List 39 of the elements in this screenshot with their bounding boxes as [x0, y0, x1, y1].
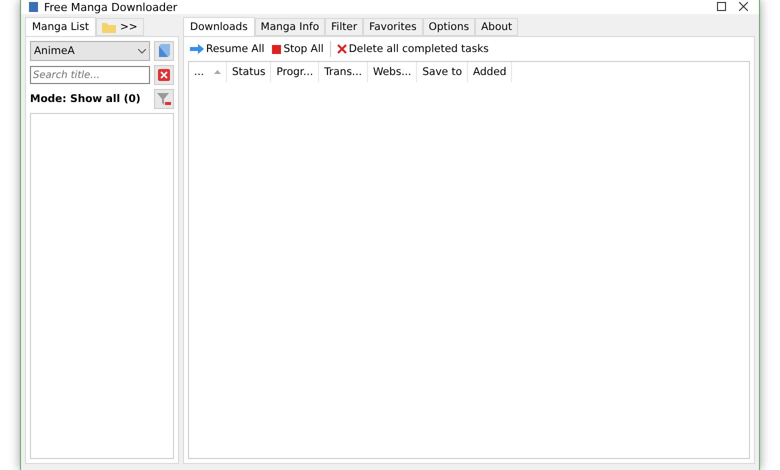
book-button[interactable]: [154, 41, 174, 61]
tab[interactable]: Downloads: [183, 17, 255, 36]
filter-button[interactable]: [154, 89, 174, 109]
mode-label: Mode: Show all (0): [30, 93, 142, 105]
stop-icon: [272, 44, 282, 54]
search-field[interactable]: Search title...: [30, 66, 150, 84]
clear-button[interactable]: [154, 65, 174, 85]
toolbar-button[interactable]: Resume All: [188, 42, 266, 56]
column-header[interactable]: Trans...: [319, 62, 368, 82]
tab[interactable]: Manga List: [25, 17, 96, 36]
cross-icon: [336, 44, 347, 54]
folder-icon: [102, 22, 116, 32]
window-title: Free Manga Downloader: [44, 0, 178, 14]
tab[interactable]: About: [475, 18, 518, 36]
tab-label: >>: [120, 21, 138, 33]
tab[interactable]: Favorites: [363, 18, 423, 36]
column-header[interactable]: Progr...: [271, 62, 320, 82]
book-icon: [158, 44, 170, 58]
chevron-icon: [138, 48, 146, 54]
sort-icon: [214, 70, 222, 74]
tab-label: Manga List: [32, 21, 89, 33]
column-header[interactable]: Status: [227, 62, 272, 82]
tab[interactable]: Filter: [325, 18, 364, 36]
toolbar-button[interactable]: Delete all completed tasks: [334, 42, 491, 56]
toolbar-button[interactable]: Stop All: [270, 42, 326, 56]
app-icon: [29, 2, 38, 12]
maximize-icon: [716, 2, 726, 11]
column-header[interactable]: Added: [468, 62, 512, 82]
close-icon: [738, 2, 748, 11]
arrow-icon: [190, 44, 204, 54]
funnel-icon: [157, 92, 171, 106]
column-header[interactable]: Save to: [417, 62, 468, 82]
tab[interactable]: >>: [96, 18, 144, 36]
source-dropdown[interactable]: AnimeA: [30, 41, 150, 61]
tab[interactable]: Options: [422, 18, 476, 36]
close-icon: [158, 69, 170, 81]
tab[interactable]: Manga Info: [254, 18, 326, 36]
column-header[interactable]: Webs...: [368, 62, 418, 82]
column-header[interactable]: ...: [189, 62, 228, 82]
